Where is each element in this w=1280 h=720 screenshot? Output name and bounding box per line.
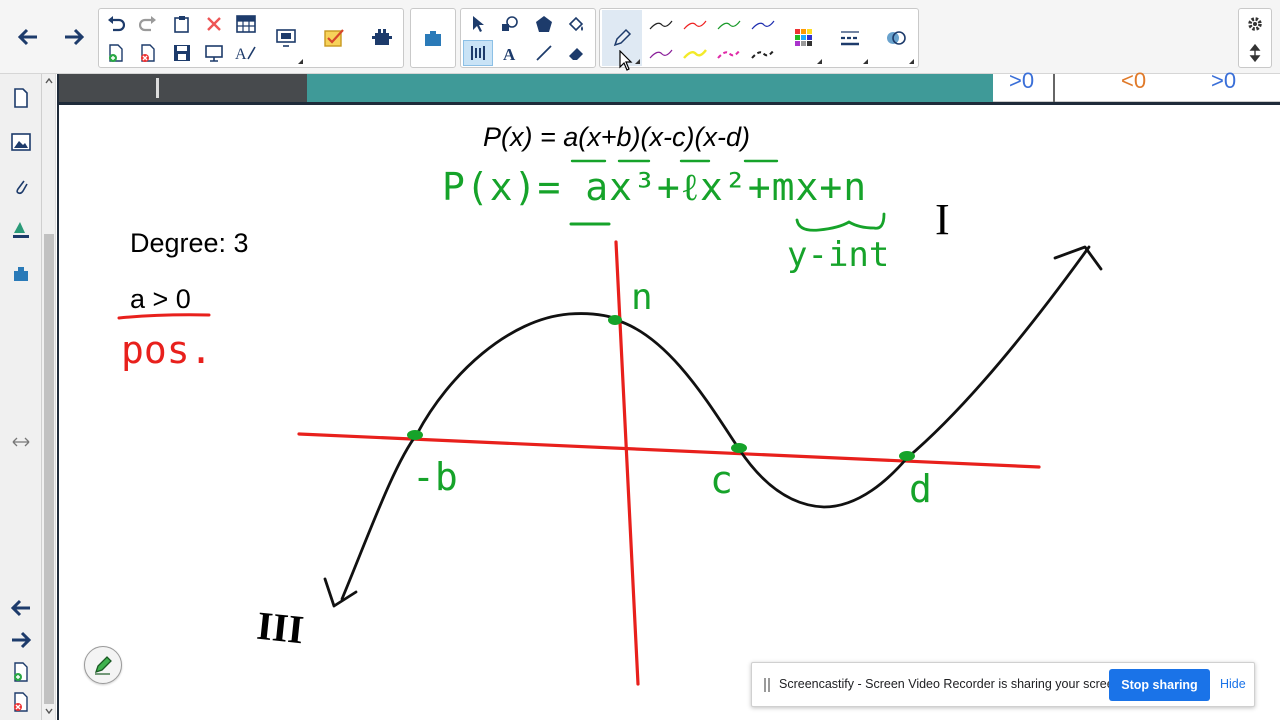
- properties-icon[interactable]: [7, 216, 35, 244]
- redo-icon[interactable]: [133, 11, 163, 37]
- toolbar-settings-group: [1238, 8, 1272, 68]
- sidebar: [0, 74, 42, 720]
- typed-formula: P(x) = a(x+b)(x-c)(x-d): [483, 122, 751, 152]
- fill-icon[interactable]: [561, 11, 591, 37]
- mouse-cursor-icon: [619, 50, 633, 71]
- gallery-icon[interactable]: [413, 10, 453, 66]
- gear-icon[interactable]: [1240, 11, 1270, 37]
- quadrant-1-label: I: [935, 195, 950, 244]
- edit-tool-group: A: [98, 8, 404, 68]
- display-icon[interactable]: [199, 40, 229, 66]
- fill-effects-icon[interactable]: [876, 10, 916, 66]
- point-neg-b: [407, 430, 423, 440]
- vertical-scrollbar[interactable]: [42, 74, 56, 720]
- paste-icon[interactable]: [167, 11, 197, 37]
- red-underline: [117, 313, 211, 320]
- text-recognition-icon[interactable]: A: [231, 40, 261, 66]
- point-d: [899, 451, 915, 461]
- whiteboard-canvas[interactable]: >0 <0 >0 P(x) = a(x+b)(x-c)(x-d) P(x)= a…: [57, 68, 1280, 720]
- forward-arrow-icon[interactable]: [54, 9, 94, 65]
- color-palette-icon[interactable]: [784, 10, 824, 66]
- page-sorter-icon[interactable]: [7, 84, 35, 112]
- previous-page-icon[interactable]: [7, 596, 35, 620]
- new-page-icon[interactable]: [101, 40, 131, 66]
- line-tool-icon[interactable]: [529, 40, 559, 66]
- quadrant-3-label: III: [254, 602, 306, 653]
- drag-handle-icon[interactable]: [764, 678, 770, 692]
- undo-icon[interactable]: [101, 11, 131, 37]
- magic-pen-icon[interactable]: [463, 40, 493, 66]
- n-label: n: [631, 277, 653, 318]
- d-label: d: [909, 467, 932, 511]
- hide-button[interactable]: Hide: [1220, 677, 1246, 691]
- pen-green-thin-icon[interactable]: [714, 12, 744, 38]
- svg-text:A: A: [503, 45, 516, 62]
- pen-black-thin-icon[interactable]: [646, 12, 676, 38]
- floating-pen-button[interactable]: [84, 646, 122, 684]
- point-n: [608, 315, 622, 325]
- pen-magenta-dashed-icon[interactable]: [714, 41, 744, 67]
- stop-sharing-button[interactable]: Stop sharing: [1109, 669, 1210, 701]
- share-message: Screencastify - Screen Video Recorder is…: [779, 677, 1125, 691]
- add-ons-tab-icon[interactable]: [7, 260, 35, 288]
- scroll-up-icon[interactable]: [45, 78, 53, 84]
- table-icon[interactable]: [231, 11, 261, 37]
- delete-icon[interactable]: [199, 11, 229, 37]
- pen-blue-thin-icon[interactable]: [748, 12, 778, 38]
- pen-purple-thin-icon[interactable]: [646, 41, 676, 67]
- y-int-label: y-int: [787, 235, 890, 275]
- pen-properties-group: [599, 8, 919, 68]
- back-arrow-icon[interactable]: [8, 9, 48, 65]
- cubic-curve: [340, 245, 1091, 601]
- next-page-icon[interactable]: [7, 628, 35, 652]
- eraser-icon[interactable]: [561, 40, 591, 66]
- delete-page-icon[interactable]: [133, 40, 163, 66]
- response-icon[interactable]: [315, 10, 353, 66]
- point-c: [731, 443, 747, 453]
- main-toolbar: A A: [0, 0, 1280, 74]
- gallery-group: [410, 8, 456, 68]
- shape-recognition-icon[interactable]: [495, 11, 525, 37]
- move-toolbar-icon[interactable]: [1240, 40, 1270, 66]
- add-ons-icon[interactable]: [363, 10, 401, 66]
- polygon-icon[interactable]: [529, 11, 559, 37]
- drawing-tools-group: A: [460, 8, 596, 68]
- svg-text:A: A: [235, 46, 247, 62]
- screen-share-notification: Screencastify - Screen Video Recorder is…: [751, 662, 1255, 707]
- pen-black-dashed-icon[interactable]: [748, 41, 778, 67]
- select-arrow-icon[interactable]: [463, 11, 493, 37]
- brace-over-n: [795, 212, 886, 232]
- scroll-down-icon[interactable]: [45, 708, 53, 714]
- highlighter-yellow-icon[interactable]: [680, 41, 710, 67]
- add-page-icon[interactable]: [7, 660, 35, 684]
- degree-label: Degree: 3: [130, 228, 249, 258]
- handwritten-formula: P(x)= ax³+ℓx²+mx+n: [442, 165, 868, 209]
- c-label: c: [710, 458, 733, 502]
- bottom-arrowhead: [323, 577, 358, 608]
- pen-red-thin-icon[interactable]: [680, 12, 710, 38]
- pen-icon: [94, 656, 112, 675]
- a-condition-label: a > 0: [130, 284, 191, 314]
- save-icon[interactable]: [167, 40, 197, 66]
- neg-b-label: -b: [412, 455, 458, 499]
- scroll-thumb[interactable]: [44, 234, 54, 704]
- top-arrowhead: [1053, 245, 1103, 271]
- attachments-icon[interactable]: [7, 172, 35, 200]
- pos-label: pos.: [121, 328, 213, 372]
- line-style-icon[interactable]: [830, 10, 870, 66]
- gallery-tab-icon[interactable]: [7, 128, 35, 156]
- resize-sidebar-icon[interactable]: [7, 432, 35, 452]
- delete-page-sidebar-icon[interactable]: [7, 690, 35, 714]
- screen-capture-icon[interactable]: [267, 10, 305, 66]
- text-tool-icon[interactable]: A: [495, 40, 525, 66]
